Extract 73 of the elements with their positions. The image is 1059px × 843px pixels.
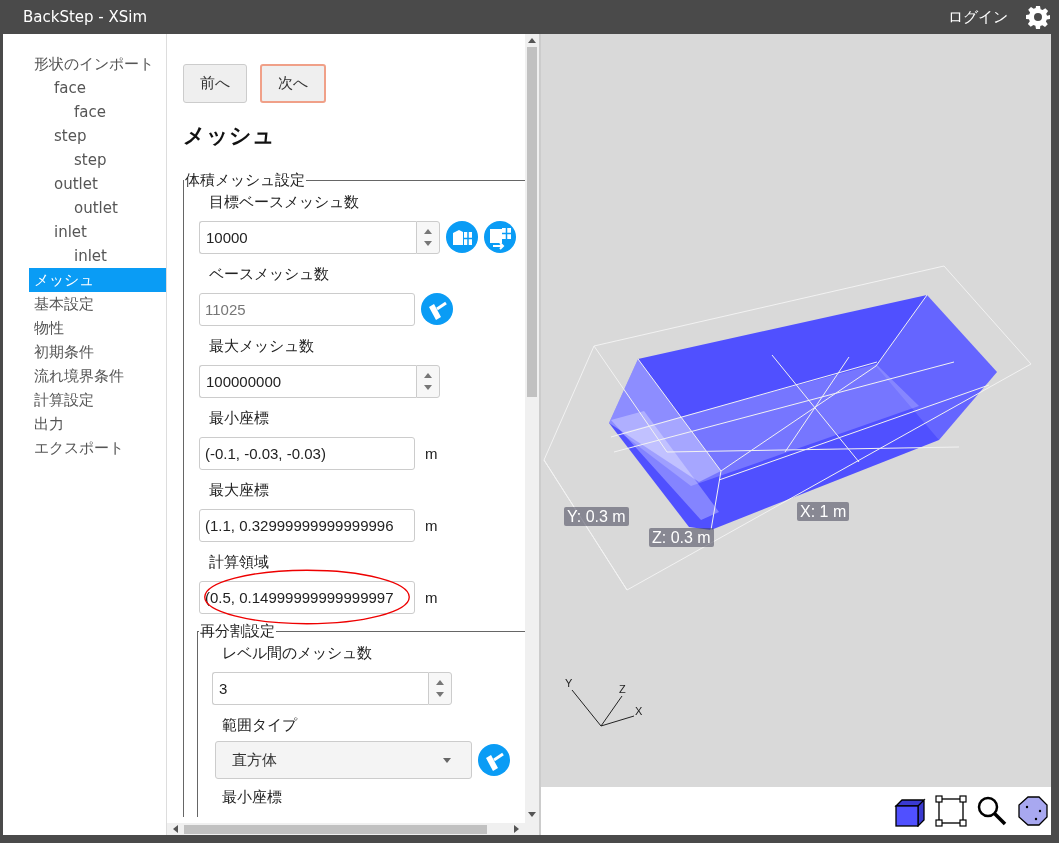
value-field[interactable]: 100000000 bbox=[199, 364, 416, 398]
group-legend: 再分割設定 bbox=[199, 622, 276, 641]
stepper-control[interactable] bbox=[428, 671, 452, 705]
dimension-label: Y: 0.3 m bbox=[564, 507, 629, 526]
sidebar-item[interactable]: face bbox=[29, 100, 166, 124]
value-field[interactable]: (1.1, 0.32999999999999996 bbox=[199, 508, 415, 542]
field-label: 最小座標 bbox=[208, 408, 270, 429]
field-label: 計算領域 bbox=[208, 552, 270, 573]
section-heading: メッシュ bbox=[183, 122, 276, 150]
settings-icon[interactable] bbox=[1026, 5, 1050, 29]
caret-icon bbox=[443, 757, 451, 763]
sidebar-item[interactable]: 物性 bbox=[29, 316, 166, 340]
bounding-box-icon[interactable] bbox=[935, 795, 967, 827]
field-label: 目標ベースメッシュ数 bbox=[208, 192, 360, 213]
sidebar-item[interactable]: 計算設定 bbox=[29, 388, 166, 412]
paint-roller-icon[interactable] bbox=[478, 744, 510, 776]
step-up-icon[interactable] bbox=[424, 372, 432, 378]
sidebar-item[interactable]: step bbox=[29, 148, 166, 172]
scroll-left-icon[interactable] bbox=[173, 825, 178, 833]
value-field[interactable]: 3 bbox=[212, 671, 428, 705]
step-up-icon[interactable] bbox=[436, 679, 444, 685]
field-label: 最小座標 bbox=[221, 787, 283, 808]
sidebar-item[interactable]: 形状のインポート bbox=[29, 52, 166, 76]
scroll-right-icon[interactable] bbox=[514, 825, 519, 833]
dropdown[interactable]: 直方体 bbox=[215, 741, 472, 779]
field-label: ベースメッシュ数 bbox=[208, 264, 330, 285]
paint-roller-icon[interactable] bbox=[421, 293, 453, 325]
vertical-scrollbar[interactable] bbox=[525, 34, 539, 823]
sidebar-item[interactable]: outlet bbox=[29, 196, 166, 220]
login-link[interactable]: ログイン bbox=[948, 7, 1008, 27]
field-label: レベル間のメッシュ数 bbox=[221, 643, 373, 664]
axis-label: Y bbox=[565, 677, 573, 689]
sidebar-item[interactable]: 流れ境界条件 bbox=[29, 364, 166, 388]
value-field[interactable]: 10000 bbox=[199, 220, 416, 254]
sidebar-item[interactable]: エクスポート bbox=[29, 436, 166, 460]
sidebar-item[interactable]: step bbox=[29, 124, 166, 148]
axis-label: Z bbox=[619, 683, 626, 695]
sidebar-item[interactable]: inlet bbox=[29, 220, 166, 244]
value-field[interactable]: 11025 bbox=[199, 292, 415, 326]
sidebar-item[interactable]: 基本設定 bbox=[29, 292, 166, 316]
unit-label: m bbox=[425, 444, 438, 462]
axis-label: X bbox=[635, 705, 643, 717]
window-title: BackStep - XSim bbox=[23, 8, 149, 26]
box-grid-icon[interactable] bbox=[446, 221, 478, 253]
field-label: 最大メッシュ数 bbox=[208, 336, 315, 357]
stepper-control[interactable] bbox=[416, 220, 440, 254]
step-down-icon[interactable] bbox=[436, 691, 444, 697]
stepper-control[interactable] bbox=[416, 364, 440, 398]
sidebar-item[interactable]: 出力 bbox=[29, 412, 166, 436]
value-field[interactable]: (0.5, 0.14999999999999997 bbox=[199, 580, 415, 614]
sidebar-item[interactable]: outlet bbox=[29, 172, 166, 196]
horizontal-scrollbar[interactable] bbox=[167, 823, 539, 835]
search-icon[interactable] bbox=[976, 795, 1008, 827]
dimension-label: Z: 0.3 m bbox=[649, 528, 714, 547]
field-label: 範囲タイプ bbox=[221, 715, 299, 736]
dimension-label: X: 1 m bbox=[797, 502, 850, 521]
sidebar-item[interactable]: inlet bbox=[29, 244, 166, 268]
nav-button[interactable]: 前へ bbox=[183, 64, 247, 103]
scroll-up-icon[interactable] bbox=[528, 38, 536, 43]
step-down-icon[interactable] bbox=[424, 240, 432, 246]
group-legend: 体積メッシュ設定 bbox=[184, 171, 306, 190]
3d-viewport[interactable]: Y Z X Y: 0.3 m Z: 0.3 m X: 1 m bbox=[541, 34, 1051, 787]
sidebar-item[interactable]: face bbox=[29, 76, 166, 100]
sidebar-item[interactable]: 初期条件 bbox=[29, 340, 166, 364]
polyhedron-icon[interactable] bbox=[1017, 795, 1049, 827]
unit-label: m bbox=[425, 516, 438, 534]
step-down-icon[interactable] bbox=[424, 384, 432, 390]
scroll-down-icon[interactable] bbox=[528, 812, 536, 817]
value-field[interactable]: (-0.1, -0.03, -0.03) bbox=[199, 436, 415, 470]
step-up-icon[interactable] bbox=[424, 228, 432, 234]
nav-button[interactable]: 次へ bbox=[260, 64, 326, 103]
field-label: 最大座標 bbox=[208, 480, 270, 501]
unit-label: m bbox=[425, 588, 438, 606]
